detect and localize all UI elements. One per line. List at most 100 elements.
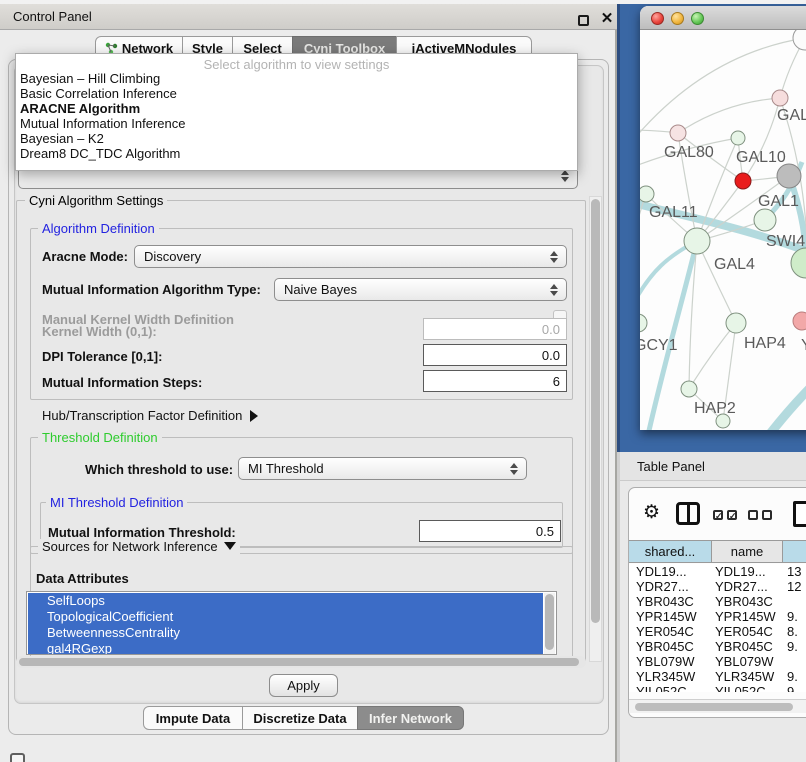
table-cell[interactable]: YLR345W (712, 669, 783, 684)
column-header-name[interactable]: name (712, 541, 783, 562)
table-cell[interactable]: YIL052C (712, 684, 783, 692)
columns-icon[interactable] (676, 502, 700, 525)
settings-horizontal-scrollbar[interactable] (16, 656, 586, 668)
table-cell[interactable] (783, 594, 806, 609)
table-row[interactable]: YDL19...YDL19...13 (629, 564, 806, 579)
column-header-shared-name[interactable]: shared... (629, 541, 712, 562)
data-attribute-item[interactable]: BetweennessCentrality (28, 625, 543, 641)
table-cell[interactable]: YER054C (629, 624, 712, 639)
list-vertical-scrollbar[interactable] (544, 593, 555, 654)
table-cell[interactable] (783, 654, 806, 669)
network-node[interactable] (793, 312, 806, 330)
dpi-tolerance-field[interactable]: 0.0 (423, 344, 567, 366)
table-cell[interactable]: 9. (783, 669, 806, 684)
scrollbar-thumb[interactable] (591, 199, 600, 623)
table-row[interactable]: YDR27...YDR27...12 (629, 579, 806, 594)
network-node[interactable] (681, 381, 697, 397)
mac-zoom-icon[interactable] (691, 12, 704, 25)
table-cell[interactable]: YLR345W (629, 669, 712, 684)
algorithm-dropdown-item[interactable]: Dream8 DC_TDC Algorithm (16, 146, 577, 161)
table-row[interactable]: YBL079WYBL079W (629, 654, 806, 669)
table-row[interactable]: YBR043CYBR043C (629, 594, 806, 609)
float-window-icon[interactable] (578, 15, 589, 26)
table-cell[interactable]: YDL19... (712, 564, 783, 579)
network-canvas[interactable]: GAL GAL80 GAL10 GAL1 GAL11 GAL4 SWI4 GCY… (640, 30, 806, 430)
table-cell[interactable]: YBL079W (712, 654, 783, 669)
mi-threshold-field[interactable]: 0.5 (419, 520, 561, 542)
table-cell[interactable]: YBR045C (629, 639, 712, 654)
page-icon[interactable] (793, 501, 806, 527)
tab-infer-network[interactable]: Infer Network (357, 706, 464, 730)
unchecked-checkbox-icon[interactable] (748, 510, 758, 520)
table-cell[interactable]: YDL19... (629, 564, 712, 579)
table-row[interactable]: YBR045CYBR045C9. (629, 639, 806, 654)
table-cell[interactable]: YBR043C (712, 594, 783, 609)
sources-expander[interactable]: Sources for Network Inference (38, 539, 240, 554)
hub-definition-expander[interactable]: Hub/Transcription Factor Definition (42, 408, 258, 423)
data-attributes-list[interactable]: SelfLoopsTopologicalCoefficientBetweenne… (26, 591, 557, 655)
data-attribute-item[interactable]: SelfLoops (28, 593, 543, 609)
data-attribute-item[interactable]: gal4RGexp (28, 641, 543, 655)
gear-icon[interactable]: ⚙ (643, 503, 660, 523)
network-node[interactable] (731, 131, 745, 145)
network-node[interactable] (726, 313, 746, 333)
minimized-panel-icon[interactable] (10, 753, 25, 762)
scrollbar-thumb[interactable] (545, 594, 554, 650)
table-row[interactable]: YPR145WYPR145W9. (629, 609, 806, 624)
checked-checkbox-icon[interactable]: ✓ (727, 510, 737, 520)
network-node[interactable] (640, 186, 654, 202)
network-window-titlebar[interactable] (640, 6, 806, 30)
algorithm-dropdown-item[interactable]: Basic Correlation Inference (16, 86, 577, 101)
algorithm-dropdown-item[interactable]: Mutual Information Inference (16, 116, 577, 131)
algorithm-dropdown-item[interactable]: ARACNE Algorithm (16, 101, 577, 116)
apply-button[interactable]: Apply (269, 674, 338, 697)
table-cell[interactable]: YPR145W (629, 609, 712, 624)
table-cell[interactable]: YBL079W (629, 654, 712, 669)
table-horizontal-scrollbar[interactable] (629, 699, 806, 713)
mac-minimize-icon[interactable] (671, 12, 684, 25)
table-cell[interactable]: YDR27... (629, 579, 712, 594)
scrollbar-thumb[interactable] (635, 703, 793, 711)
network-node[interactable] (754, 209, 776, 231)
table-cell[interactable]: 8. (783, 624, 806, 639)
tab-discretize-data[interactable]: Discretize Data (242, 706, 358, 730)
network-node[interactable] (670, 125, 686, 141)
table-body[interactable]: YDL19...YDL19...13YDR27...YDR27...12YBR0… (629, 564, 806, 692)
checked-checkbox-icon[interactable]: ✓ (713, 510, 723, 520)
network-node[interactable] (793, 30, 806, 50)
table-cell[interactable]: 13 (783, 564, 806, 579)
close-icon[interactable]: ✕ (598, 8, 616, 30)
which-threshold-combo[interactable]: MI Threshold (238, 457, 527, 480)
table-cell[interactable]: 12 (783, 579, 806, 594)
network-window[interactable]: GAL GAL80 GAL10 GAL1 GAL11 GAL4 SWI4 GCY… (640, 6, 806, 430)
column-header-third[interactable] (783, 541, 806, 562)
table-cell[interactable]: YBR043C (629, 594, 712, 609)
data-attribute-item[interactable]: TopologicalCoefficient (28, 609, 543, 625)
network-node[interactable] (640, 314, 647, 332)
table-row[interactable]: YIL052CYIL052C9 (629, 684, 806, 692)
unchecked-checkbox-icon[interactable] (762, 510, 772, 520)
mi-steps-field[interactable]: 6 (423, 370, 567, 392)
mi-type-combo[interactable]: Naive Bayes (274, 278, 567, 301)
mac-close-icon[interactable] (651, 12, 664, 25)
network-node[interactable] (735, 173, 751, 189)
tab-impute-data[interactable]: Impute Data (143, 706, 243, 730)
table-cell[interactable]: 9 (783, 684, 806, 692)
table-cell[interactable]: YIL052C (629, 684, 712, 692)
settings-vertical-scrollbar[interactable] (589, 196, 602, 662)
algorithm-dropdown-item[interactable]: Bayesian – Hill Climbing (16, 71, 577, 86)
table-cell[interactable]: 9. (783, 609, 806, 624)
table-cell[interactable]: YPR145W (712, 609, 783, 624)
table-row[interactable]: YER054CYER054C8. (629, 624, 806, 639)
network-node[interactable] (684, 228, 710, 254)
network-node[interactable] (777, 164, 801, 188)
scrollbar-thumb[interactable] (19, 658, 579, 666)
algorithm-dropdown-item[interactable]: Bayesian – K2 (16, 131, 577, 146)
table-cell[interactable]: 9. (783, 639, 806, 654)
table-cell[interactable]: YDR27... (712, 579, 783, 594)
table-cell[interactable]: YER054C (712, 624, 783, 639)
table-row[interactable]: YLR345WYLR345W9. (629, 669, 806, 684)
kernel-width-field[interactable]: 0.0 (423, 318, 567, 340)
aracne-mode-combo[interactable]: Discovery (134, 245, 567, 268)
network-node[interactable] (772, 90, 788, 106)
